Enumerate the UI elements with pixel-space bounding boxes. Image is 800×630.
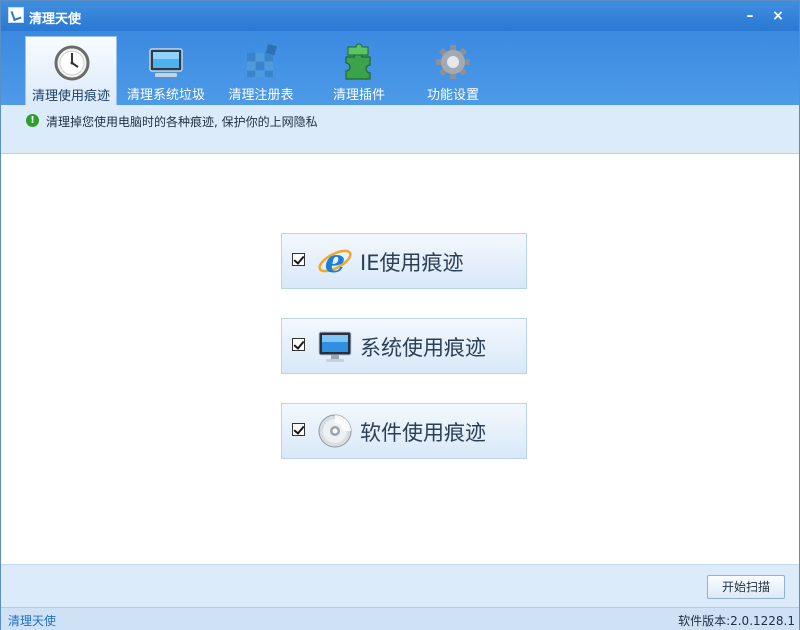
info-text: 清理掉您使用电脑时的各种痕迹, 保护你的上网隐私 (46, 115, 318, 129)
option-software-traces[interactable]: 软件使用痕迹 (281, 403, 527, 459)
tab-label: 清理使用痕迹 (31, 89, 110, 104)
tab-label: 清理注册表 (228, 88, 294, 103)
clock-icon (54, 45, 90, 81)
tab-settings[interactable]: 功能设置 (407, 36, 499, 105)
monitor-icon (318, 331, 352, 362)
app-logo-icon (8, 7, 24, 23)
system-traces-checkbox[interactable] (292, 338, 305, 351)
main-window: 清理天使 – × 清理使用痕迹 清理系统垃圾 清理注册表 清理插件 功能设置 !… (0, 0, 800, 630)
tab-clean-traces[interactable]: 清理使用痕迹 (25, 36, 117, 105)
main-panel: e IE使用痕迹 系统使用痕迹 软件使用痕迹 (1, 154, 799, 564)
tab-label: 清理插件 (332, 88, 385, 103)
tab-label: 清理系统垃圾 (126, 88, 205, 103)
monitor-icon (149, 48, 183, 77)
option-label: 系统使用痕迹 (360, 336, 486, 360)
ie-icon: e (318, 242, 352, 280)
info-icon: ! (26, 114, 39, 127)
version-text: 软件版本:2.0.1228.1 (678, 614, 795, 628)
tab-clean-registry[interactable]: 清理注册表 (215, 36, 307, 105)
option-ie-traces[interactable]: e IE使用痕迹 (281, 233, 527, 289)
tab-clean-plugins[interactable]: 清理插件 (313, 36, 405, 105)
ie-traces-checkbox[interactable] (292, 253, 305, 266)
option-label: 软件使用痕迹 (360, 421, 486, 445)
toolbar: 清理使用痕迹 清理系统垃圾 清理注册表 清理插件 功能设置 (1, 31, 799, 105)
tab-clean-system[interactable]: 清理系统垃圾 (120, 36, 212, 105)
info-bar: ! 清理掉您使用电脑时的各种痕迹, 保护你的上网隐私 (1, 105, 799, 154)
svg-text:e: e (325, 242, 345, 280)
close-button[interactable]: × (769, 7, 787, 25)
title-bar[interactable]: 清理天使 – × (1, 1, 799, 31)
software-traces-checkbox[interactable] (292, 423, 305, 436)
start-scan-button[interactable]: 开始扫描 (707, 575, 785, 599)
action-bar: 开始扫描 (1, 564, 799, 607)
gear-icon (436, 45, 470, 79)
window-title: 清理天使 (29, 12, 82, 27)
puzzle-icon (345, 43, 371, 80)
option-label: IE使用痕迹 (360, 251, 464, 275)
minimize-button[interactable]: – (741, 7, 759, 25)
disc-icon (318, 414, 352, 448)
status-bar: 清理天使 软件版本:2.0.1228.1 (1, 607, 799, 630)
status-app-name[interactable]: 清理天使 (8, 612, 56, 629)
registry-grid-icon (247, 44, 277, 77)
option-system-traces[interactable]: 系统使用痕迹 (281, 318, 527, 374)
tab-label: 功能设置 (426, 88, 479, 103)
